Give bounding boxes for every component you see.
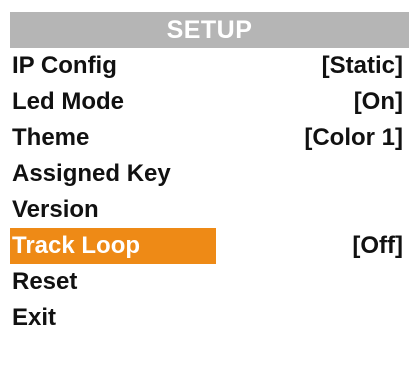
menu-item-assigned-key[interactable]: Assigned Key: [0, 156, 409, 192]
setup-screen: SETUP IP Config [Static] Led Mode [On] T…: [0, 0, 409, 365]
menu-item-led-mode[interactable]: Led Mode [On]: [0, 84, 409, 120]
menu-item-reset[interactable]: Reset: [0, 264, 409, 300]
menu-item-value: [Off]: [352, 232, 403, 259]
menu-item-label: Assigned Key: [12, 160, 171, 187]
menu-item-exit[interactable]: Exit: [0, 300, 409, 336]
menu-item-version[interactable]: Version: [0, 192, 409, 228]
menu-item-value: [On]: [353, 88, 403, 115]
menu-item-label: Exit: [12, 304, 57, 331]
menu-item-theme[interactable]: Theme [Color 1]: [0, 120, 409, 156]
menu-item-value: [Static]: [321, 52, 403, 79]
menu-item-ip-config[interactable]: IP Config [Static]: [0, 48, 409, 84]
menu-item-value: [Color 1]: [304, 124, 403, 151]
menu-item-label: Theme: [12, 124, 90, 151]
menu-item-track-loop[interactable]: Track Loop [Off]: [0, 228, 409, 264]
menu-item-label: Led Mode: [12, 88, 124, 115]
menu-title: SETUP: [10, 12, 409, 48]
setup-menu: IP Config [Static] Led Mode [On] Theme […: [0, 48, 409, 336]
menu-item-label: Version: [12, 196, 99, 223]
menu-item-label: IP Config: [12, 52, 117, 79]
menu-item-label: Track Loop: [12, 232, 141, 259]
menu-item-label: Reset: [12, 268, 78, 295]
